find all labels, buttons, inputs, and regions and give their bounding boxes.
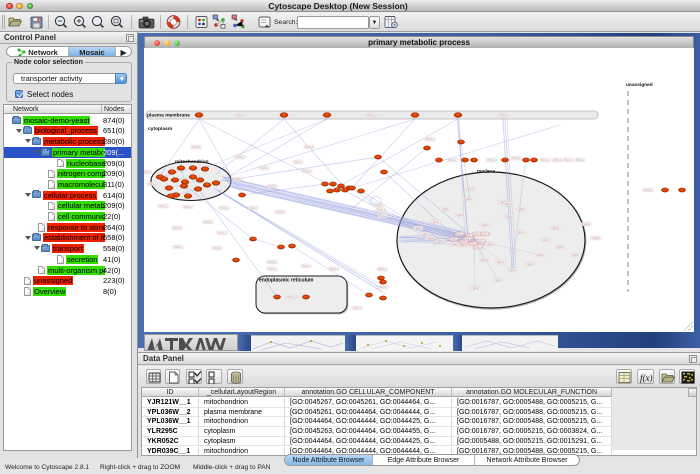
svg-text:Ybr0-c: Ybr0-c [448,158,457,162]
svg-text:Ygl2-b: Ygl2-b [471,286,480,290]
svg-text:Yor1-a: Yor1-a [450,237,459,241]
svg-text:Ygl2-b: Ygl2-b [456,213,465,217]
svg-text:nucleus: nucleus [477,169,495,175]
svg-text:Ybr0-c: Ybr0-c [204,220,213,224]
svg-text:Ygl2-b: Ygl2-b [505,214,514,218]
svg-text:Ygl2-b: Ygl2-b [536,253,545,257]
svg-text:Ybr0-c: Ybr0-c [375,203,384,207]
svg-text:Ygl2-b: Ygl2-b [517,207,526,211]
svg-text:Ybr0-c: Ybr0-c [268,260,277,264]
svg-text:Ybr0-c: Ybr0-c [305,145,314,149]
svg-text:Ybr0-c: Ybr0-c [287,295,296,299]
svg-text:Ygl2-b: Ygl2-b [486,242,495,246]
svg-text:unassigned: unassigned [626,82,653,88]
svg-text:Ybr0-c: Ybr0-c [564,158,573,162]
svg-text:Ygl2-b: Ygl2-b [441,207,450,211]
svg-text:Ybr0-c: Ybr0-c [174,245,183,249]
svg-text:Ybr0-c: Ybr0-c [260,166,269,170]
svg-text:Ygl2-b: Ygl2-b [481,223,490,227]
svg-text:Ygl2-b: Ygl2-b [541,238,550,242]
svg-text:Ybr0-c: Ybr0-c [377,208,386,212]
svg-text:Ybr0-c: Ybr0-c [276,210,285,214]
svg-text:Ybr0-c: Ybr0-c [236,155,245,159]
svg-text:Ybr0-c: Ybr0-c [173,226,182,230]
svg-text:Ygl2-b: Ygl2-b [466,187,475,191]
svg-text:Ygl2-b: Ygl2-b [421,232,430,236]
svg-text:Ybr0-c: Ybr0-c [294,160,303,164]
svg-text:Ybr0-c: Ybr0-c [192,145,201,149]
svg-text:Ygl2-b: Ygl2-b [582,222,591,226]
svg-text:plasma membrane: plasma membrane [147,113,190,119]
svg-text:Ygl2-b: Ygl2-b [551,226,560,230]
svg-text:Ybr0-c: Ybr0-c [367,113,376,117]
svg-text:Ybr0-c: Ybr0-c [353,306,362,310]
svg-text:Ygl2-b: Ygl2-b [426,236,435,240]
svg-text:Ygl2-b: Ygl2-b [508,268,517,272]
svg-text:Ybr0-c: Ybr0-c [512,156,521,160]
svg-text:Ybr0-c: Ybr0-c [378,267,387,271]
svg-text:Ygl2-b: Ygl2-b [496,260,505,264]
svg-text:Ybr0-c: Ybr0-c [213,246,222,250]
svg-text:Ygl2-b: Ygl2-b [504,202,513,206]
svg-text:Ybr0-c: Ybr0-c [220,206,229,210]
svg-text:Ybr0-c: Ybr0-c [303,169,312,173]
svg-text:f(x): f(x) [640,373,653,383]
svg-text:Ybr0-c: Ybr0-c [553,158,562,162]
svg-text:Ygl2-b: Ygl2-b [480,258,489,262]
svg-text:Ybr0-c: Ybr0-c [236,113,245,117]
svg-text:Ybr0-c: Ybr0-c [541,158,550,162]
svg-text:Yor1-a: Yor1-a [477,239,486,243]
svg-text:Ybr0-c: Ybr0-c [268,184,277,188]
svg-text:Yor1-a: Yor1-a [481,232,490,236]
svg-text:Ybr0-c: Ybr0-c [249,206,258,210]
svg-text:mitochondrion: mitochondrion [175,159,209,165]
svg-text:cytoplasm: cytoplasm [148,126,173,132]
svg-text:Ybr0-c: Ybr0-c [268,267,277,271]
svg-text:Ygl2-b: Ygl2-b [436,239,445,243]
svg-text:Ygl2-b: Ygl2-b [431,220,440,224]
svg-text:Ybr0-c: Ybr0-c [148,182,157,186]
svg-text:Ybr0-c: Ybr0-c [644,188,653,192]
svg-text:Ybr0-c: Ybr0-c [487,158,496,162]
svg-text:Ybr0-c: Ybr0-c [184,205,193,209]
svg-text:Ybr0-c: Ybr0-c [302,264,311,268]
svg-text:Ybr0-c: Ybr0-c [576,158,585,162]
svg-text:Ybr0-c: Ybr0-c [159,204,168,208]
svg-text:Ybr0-c: Ybr0-c [218,231,227,235]
svg-text:Ybr0-c: Ybr0-c [330,267,339,271]
svg-text:Yor1-a: Yor1-a [456,232,465,236]
svg-text:Ygl2-b: Ygl2-b [494,278,503,282]
svg-text:Ybr0-c: Ybr0-c [379,285,388,289]
svg-text:Ybr0-c: Ybr0-c [379,214,388,218]
svg-text:Ybr0-c: Ybr0-c [144,170,151,174]
svg-text:endoplasmic reticulum: endoplasmic reticulum [259,278,314,284]
svg-text:Ygl2-b: Ygl2-b [592,236,601,240]
svg-text:Ygl2-b: Ygl2-b [516,230,525,234]
svg-text:Yor1-a: Yor1-a [474,245,483,249]
svg-text:Ygl2-b: Ygl2-b [556,245,565,249]
svg-text:Ygl2-b: Ygl2-b [571,253,580,257]
svg-text:Yor1-a: Yor1-a [464,237,473,241]
svg-text:Ybr0-c: Ybr0-c [426,137,435,141]
svg-text:Ybr0-c: Ybr0-c [499,113,508,117]
svg-text:Ygl2-b: Ygl2-b [464,197,473,201]
svg-text:Ygl2-b: Ygl2-b [414,226,423,230]
svg-text:Ybr0-c: Ybr0-c [234,177,243,181]
svg-text:Ygl2-b: Ygl2-b [526,262,535,266]
